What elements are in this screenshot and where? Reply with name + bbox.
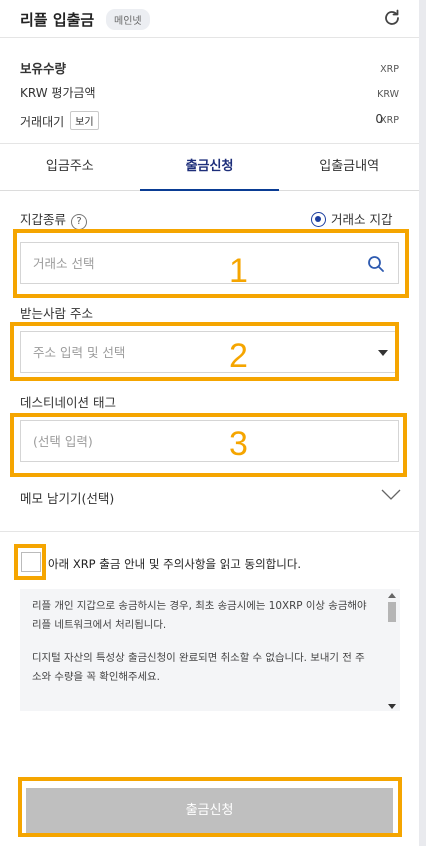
view-pending-button[interactable]: 보기 bbox=[70, 111, 99, 130]
agree-text: 아래 XRP 출금 안내 및 주의사항을 읽고 동의합니다. bbox=[48, 557, 302, 571]
tab-history[interactable]: 입출금내역 bbox=[279, 144, 419, 190]
refresh-icon[interactable] bbox=[381, 7, 403, 29]
divider bbox=[0, 531, 419, 532]
annotation-number-3: 3 bbox=[229, 425, 248, 463]
tab-withdraw-request[interactable]: 출금신청 bbox=[139, 144, 280, 191]
wallet-type-label: 지갑종류? bbox=[20, 209, 88, 230]
memo-toggle-label[interactable]: 메모 남기기(선택) bbox=[20, 488, 114, 507]
notice-box: 리플 개인 지갑으로 송금하시는 경우, 최초 송금시에는 10XRP 이상 송… bbox=[20, 589, 400, 711]
notice-scrollbar[interactable] bbox=[387, 593, 397, 709]
annotation-number-2: 2 bbox=[229, 337, 248, 375]
krw-value-label: KRW 평가금액 bbox=[20, 86, 96, 100]
annotation-box-submit bbox=[18, 777, 402, 837]
page-scrollbar[interactable] bbox=[419, 0, 426, 846]
quantity-label: 보유수량 bbox=[20, 61, 67, 76]
krw-unit: KRW bbox=[377, 89, 399, 100]
pending-label: 거래대기 보기 bbox=[20, 111, 99, 130]
header: 리플 입출금 메인넷 bbox=[0, 0, 419, 38]
scroll-down-icon[interactable] bbox=[388, 704, 396, 709]
scroll-up-icon[interactable] bbox=[388, 593, 396, 598]
tab-bar: 입금주소 출금신청 입출금내역 bbox=[0, 144, 419, 191]
annotation-box-checkbox bbox=[14, 544, 46, 580]
network-badge: 메인넷 bbox=[106, 9, 150, 30]
annotation-number-1: 1 bbox=[229, 252, 248, 290]
annotation-box-3 bbox=[10, 413, 407, 477]
scroll-thumb[interactable] bbox=[388, 602, 396, 622]
exchange-wallet-label: 거래소 지갑 bbox=[331, 212, 393, 227]
destination-tag-label: 데스티네이션 태그 bbox=[20, 395, 116, 410]
masked-balance bbox=[218, 48, 374, 102]
quantity-unit: XRP bbox=[380, 64, 399, 75]
wallet-type-text: 지갑종류 bbox=[20, 212, 67, 227]
recipient-address-label: 받는사람 주소 bbox=[20, 306, 93, 321]
radio-selected-icon bbox=[311, 212, 326, 227]
annotation-box-2 bbox=[10, 322, 399, 381]
exchange-wallet-radio[interactable]: 거래소 지갑 bbox=[311, 209, 392, 228]
pending-label-text: 거래대기 bbox=[20, 115, 65, 129]
chevron-down-icon[interactable] bbox=[381, 489, 401, 501]
pending-unit: XRP bbox=[380, 115, 399, 126]
notice-paragraph-2: 디지털 자산의 특성상 출금신청이 완료되면 취소할 수 없습니다. 보내기 전… bbox=[32, 652, 365, 683]
page-title: 리플 입출금 bbox=[20, 11, 95, 29]
help-icon[interactable]: ? bbox=[71, 214, 88, 230]
tab-deposit-address[interactable]: 입금주소 bbox=[0, 144, 140, 190]
annotation-box-1 bbox=[13, 229, 409, 298]
notice-paragraph-1: 리플 개인 지갑으로 송금하시는 경우, 최초 송금시에는 10XRP 이상 송… bbox=[32, 600, 367, 631]
